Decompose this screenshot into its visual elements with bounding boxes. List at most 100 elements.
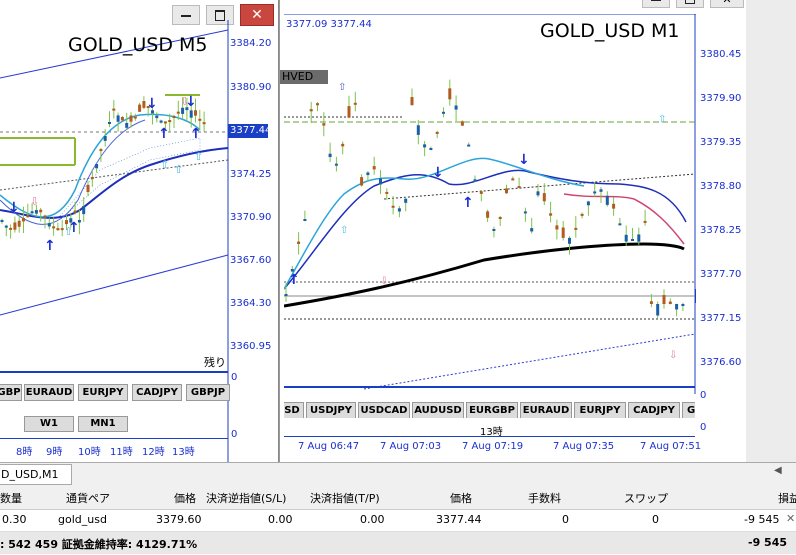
candle-body [297,241,301,244]
right-price-label: 3378.25 [700,225,742,236]
table-row[interactable]: 0.30 gold_usd 3379.60 0.00 0.00 3377.44 … [0,509,796,532]
cell-commission: 0 [562,513,569,526]
symbol-tab[interactable]: GI [682,402,695,418]
candle-body [86,184,90,192]
candle-body [517,186,521,189]
left-time-axis [0,438,228,439]
symbol-tab[interactable]: EURJPY [574,402,626,418]
time-label: 10時 [78,447,101,458]
candle-body [624,234,628,242]
candle-body [13,222,17,230]
col-header[interactable]: 価格 [174,490,196,506]
right-maximize-button[interactable] [676,0,704,8]
positions-table: 数量 通貨ペア 価格 決済逆指値(S/L) 決済指値(T/P) 価格 手数料 ス… [0,485,796,555]
right-price-label: 3378.80 [700,181,742,192]
symbol-tab[interactable]: EURAUD [24,384,74,401]
symbol-tab[interactable]: USDCAD [358,402,410,418]
cell-profit: -9 545 [744,513,780,526]
candle-body [580,213,584,216]
col-header[interactable]: 数量 [0,490,22,506]
candle-body [549,213,553,216]
cell-symbol: gold_usd [58,513,107,526]
signal-arrow-icon: ⇩ [380,276,388,287]
symbol-tab[interactable]: GBP [0,384,22,401]
cell-tp: 0.00 [360,513,385,526]
candle-body [9,227,13,230]
candle-body [448,88,452,100]
close-position-icon[interactable]: ✕ [786,512,795,525]
candle-body [99,149,103,152]
maximize-icon [685,0,695,4]
period-tab-mn1[interactable]: MN1 [78,416,128,432]
candle-body [172,116,176,119]
left-ind-zero: 0 [231,372,238,383]
symbol-tab[interactable]: EURJPY [78,384,128,401]
candle-body [112,108,116,111]
left-subwindow-divider [0,371,228,373]
symbol-tab[interactable]: EURAUD [520,402,572,418]
signal-arrow-icon: ⇧ [340,225,348,236]
candle-body [366,172,370,176]
left-price-label: 3370.90 [230,212,272,223]
candle-body [523,211,527,214]
col-header[interactable]: 通貨ペア [66,490,110,506]
buy-arrow-icon: ↓ [8,200,20,216]
symbol-tab[interactable]: USDJPY [306,402,356,418]
candle-body [116,115,120,122]
candle-body [43,215,47,218]
symbol-tab[interactable]: CADJPY [628,402,680,418]
candle-body [30,211,34,214]
candle-body [155,115,159,119]
time-label: 12時 [142,447,165,458]
right-chart-canvas[interactable]: ↑ ↓ ↑ ↓ ⇧ ⇧ ⇧ ⇩ ⇩ [284,14,696,394]
candle-body [618,223,622,226]
buy-arrow-icon: ↑ [462,195,474,211]
right-close-button[interactable]: ✕ [710,0,744,8]
candle-body [612,203,616,209]
time-label: 9時 [46,447,63,458]
left-price-label: 3384.20 [230,38,272,49]
candle-body [17,220,21,227]
candle-body [568,237,571,244]
chart-tab[interactable]: D_USD,M1 [0,464,72,485]
symbol-tab[interactable]: SD [284,402,304,418]
col-header[interactable]: 決済逆指値(S/L) [206,490,286,506]
candle-body [542,193,546,202]
col-header[interactable]: 手数料 [528,490,561,506]
left-price-label: 3374.25 [230,169,272,180]
candle-body [593,191,597,194]
candle-body [649,301,653,304]
left-price-label: 3380.90 [230,82,272,93]
col-header[interactable]: 価格 [450,490,472,506]
minimize-icon [651,0,661,1]
candle-body [416,125,420,135]
symbol-tab[interactable]: CADJPY [132,384,182,401]
right-ind-zero: 0 [700,390,707,401]
candle-body [397,208,401,212]
candle-body [360,177,364,186]
time-label: 7 Aug 07:19 [462,441,524,452]
candle-body [82,206,86,215]
cell-volume: 0.30 [2,513,27,526]
candle-body [142,101,146,108]
col-header[interactable]: 損益 [778,490,796,506]
candle-body [26,215,30,218]
symbol-tab[interactable]: EURGBP [466,402,518,418]
symbol-tab[interactable]: AUDUSD [412,402,464,418]
buy-arrow-icon: ↑ [288,272,300,288]
scroll-left-icon[interactable]: ◀ [774,465,782,476]
candle-body [353,102,357,105]
col-header[interactable]: スワップ [624,490,668,506]
col-header[interactable]: 決済指値(T/P) [310,490,380,506]
symbol-tab[interactable]: GBPJP [186,384,230,401]
candle-body [309,109,313,112]
candle-body [605,195,609,205]
right-minimize-button[interactable] [642,0,670,8]
candle-body [385,191,389,194]
candle-body [322,123,326,126]
right-price-label: 3376.60 [700,357,742,368]
period-tab-w1[interactable]: W1 [24,416,74,432]
candle-body [505,188,508,194]
right-chart-title: GOLD_USD M1 [540,20,680,42]
candle-body [341,143,345,147]
